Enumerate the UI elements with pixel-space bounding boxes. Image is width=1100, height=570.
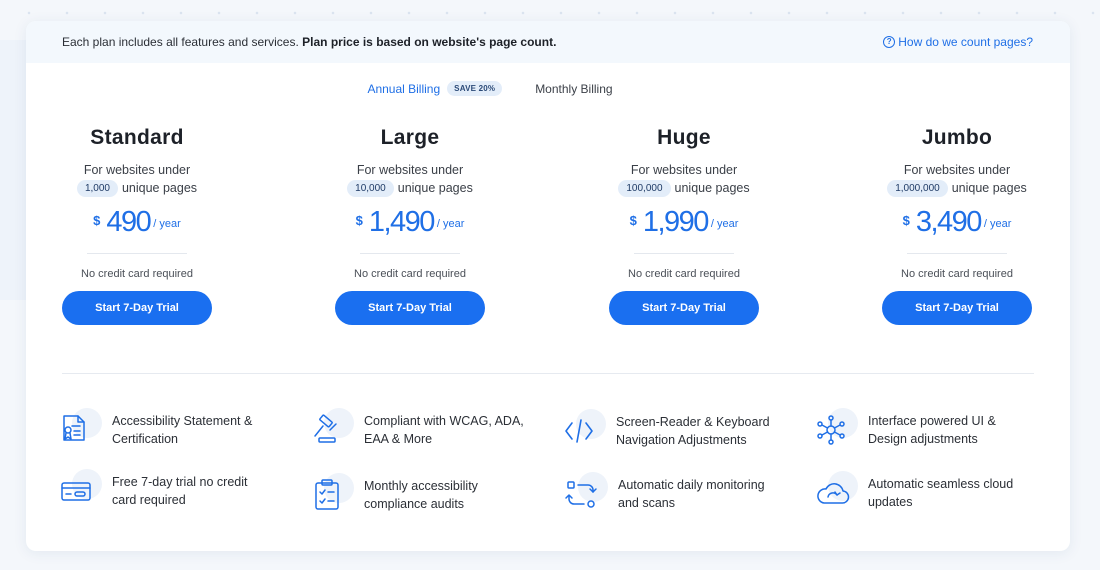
feature-item: Compliant with WCAG, ADA, EAA & More: [310, 407, 540, 453]
billing-toggle: Annual Billing SAVE 20% Monthly Billing: [26, 81, 1070, 96]
no-credit-card-note: No credit card required: [354, 268, 466, 280]
divider: [87, 253, 187, 254]
feature-item: Automatic seamless cloud updates: [814, 470, 1044, 516]
plans-row: Standard For websites under 1,000 unique …: [26, 124, 1070, 354]
feature-item: Interface powered UI & Design adjustment…: [814, 407, 1044, 453]
monthly-billing-option[interactable]: Monthly Billing: [535, 82, 612, 96]
network-icon: [817, 415, 845, 445]
price-amount: 490: [106, 206, 151, 238]
background-dots: [0, 0, 1100, 22]
page-count-badge: 1,000,000: [887, 180, 948, 197]
plan-description: For websites under: [903, 163, 1011, 177]
plan-description: For websites under: [356, 163, 464, 177]
price-period: / year: [436, 218, 465, 230]
divider: [634, 253, 734, 254]
price-period: / year: [710, 218, 739, 230]
currency-symbol: $: [629, 213, 637, 228]
pricing-card: Each plan includes all features and serv…: [26, 21, 1070, 551]
currency-symbol: $: [902, 213, 910, 228]
page-count-badge: 1,000: [76, 180, 118, 197]
plan-card-standard: Standard For websites under 1,000 unique …: [37, 124, 237, 325]
feature-text: Automatic seamless cloud updates: [868, 477, 1014, 509]
plan-name: Jumbo: [921, 126, 993, 149]
plan-price: $ 1,490 / year: [310, 206, 510, 242]
plan-name: Large: [380, 126, 440, 149]
monitoring-icon: [565, 481, 597, 508]
feature-item: Automatic daily monitoring and scans: [564, 471, 794, 517]
price-amount: 1,990: [642, 206, 710, 238]
feature-item: Accessibility Statement & Certification: [58, 407, 288, 453]
feature-text: Screen-Reader & Keyboard Navigation Adju…: [616, 415, 770, 447]
plan-price: $ 3,490 / year: [857, 206, 1057, 242]
plan-description: For websites under: [83, 163, 191, 177]
feature-text: Monthly accessibility compliance audits: [364, 479, 478, 511]
annual-billing-option[interactable]: Annual Billing: [367, 82, 440, 96]
feature-text: Accessibility Statement & Certification: [112, 414, 253, 446]
certificate-icon: [63, 415, 85, 441]
price-amount: 3,490: [915, 206, 983, 238]
divider: [360, 253, 460, 254]
start-trial-button-huge[interactable]: Start 7-Day Trial: [609, 291, 759, 325]
price-amount: 1,490: [368, 206, 436, 238]
feature-text: Automatic daily monitoring and scans: [618, 478, 765, 510]
plan-description: For websites under: [630, 163, 738, 177]
code-icon: [565, 419, 593, 443]
divider: [907, 253, 1007, 254]
page-count-badge: 100,000: [618, 180, 671, 197]
gavel-icon: [314, 414, 337, 443]
ticket-icon: [61, 482, 91, 501]
no-credit-card-note: No credit card required: [81, 268, 193, 280]
plan-card-jumbo: Jumbo For websites under 1,000,000 unique…: [857, 124, 1057, 325]
feature-item: Free 7-day trial no credit card required: [58, 468, 288, 514]
plan-name: Standard: [90, 126, 184, 149]
checklist-icon: [315, 479, 339, 510]
cloud-icon: [817, 483, 850, 504]
question-icon: ?: [883, 36, 896, 48]
start-trial-button-jumbo[interactable]: Start 7-Day Trial: [882, 291, 1032, 325]
start-trial-button-standard[interactable]: Start 7-Day Trial: [62, 291, 212, 325]
plan-price: $ 1,990 / year: [584, 206, 784, 242]
info-bar: Each plan includes all features and serv…: [26, 21, 1070, 63]
feature-item: Monthly accessibility compliance audits: [310, 472, 540, 518]
feature-text: Interface powered UI & Design adjustment…: [868, 414, 996, 446]
save-badge: SAVE 20%: [447, 81, 503, 96]
price-period: / year: [983, 218, 1012, 230]
page-count-badge: 10,000: [347, 180, 394, 197]
help-link[interactable]: ? How do we count pages?: [883, 35, 1033, 49]
currency-symbol: $: [355, 213, 363, 228]
start-trial-button-large[interactable]: Start 7-Day Trial: [335, 291, 485, 325]
help-link-label: How do we count pages?: [898, 35, 1033, 49]
plan-card-huge: Huge For websites under 100,000 unique pa…: [584, 124, 784, 325]
plan-name: Huge: [657, 126, 711, 149]
feature-item: Screen-Reader & Keyboard Navigation Adju…: [562, 408, 792, 454]
no-credit-card-note: No credit card required: [628, 268, 740, 280]
plan-info-bold: Plan price is based on website's page co…: [302, 35, 557, 49]
plan-info-note: Each plan includes all features and serv…: [62, 35, 557, 49]
plan-card-large: Large For websites under 10,000 unique pa…: [310, 124, 510, 325]
feature-text: Free 7-day trial no credit card required: [112, 475, 248, 507]
plan-price: $ 490 / year: [37, 206, 237, 242]
price-period: / year: [153, 218, 181, 230]
feature-text: Compliant with WCAG, ADA, EAA & More: [364, 414, 524, 446]
currency-symbol: $: [93, 213, 101, 228]
no-credit-card-note: No credit card required: [901, 268, 1013, 280]
section-divider: [62, 373, 1034, 374]
